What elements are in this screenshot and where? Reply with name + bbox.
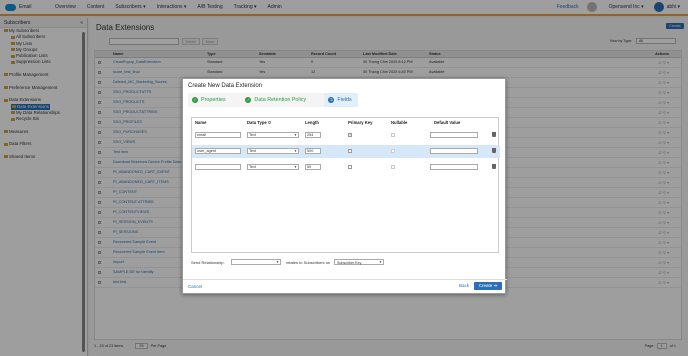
field-name-input[interactable]: user_agent (195, 148, 241, 154)
send-relationship-field-select[interactable]: ▼ (231, 259, 281, 265)
fields-editor: Name Data Type Length Primary Key Nullab… (191, 117, 500, 253)
nullable-checkbox[interactable] (391, 133, 395, 137)
field-row[interactable]: user_agent Text ▼ 500 (192, 145, 500, 158)
step-fields[interactable]: 3 Fields (324, 93, 358, 107)
field-row[interactable]: email Text ▼ 254 ✓ (192, 129, 500, 142)
length-input[interactable]: 500 (305, 148, 321, 154)
chevron-down-icon: ▼ (294, 165, 297, 169)
default-value-input[interactable] (430, 164, 478, 170)
col-field-name: Name (195, 120, 207, 125)
chevron-down-icon: ▼ (276, 260, 279, 264)
relates-to-label: relates to Subscribers on (286, 260, 331, 265)
subscriber-field-select[interactable]: Subscriber Key ▼ (334, 259, 384, 265)
default-value-input[interactable] (430, 148, 478, 154)
field-row[interactable]: Text ▼ 50 (192, 161, 500, 174)
data-type-value: Text (249, 149, 256, 153)
col-length: Length (305, 120, 319, 125)
chevron-down-icon: ▼ (294, 149, 297, 153)
field-name-input[interactable] (195, 164, 241, 170)
send-relationship-row: Send Relationship: ▼ relates to Subscrib… (191, 259, 491, 267)
nullable-checkbox[interactable] (391, 149, 395, 153)
trash-icon[interactable] (492, 132, 496, 137)
wizard-steps: ✓ Properties ✓ Data Retention Policy 3 F… (188, 93, 358, 107)
data-type-select[interactable]: Text ▼ (247, 164, 299, 170)
data-type-value: Text (249, 133, 256, 137)
create-data-extension-dialog: Create New Data Extension ✓ Properties ✓… (182, 78, 507, 294)
dialog-footer: Cancel Back Create ➔ (183, 279, 507, 293)
step-label: Fields (337, 97, 352, 103)
col-data-type: Data Type (247, 120, 271, 125)
primary-key-checkbox[interactable] (348, 149, 352, 153)
step-data-retention[interactable]: ✓ Data Retention Policy (241, 93, 325, 107)
fields-header: Name Data Type Length Primary Key Nullab… (192, 120, 500, 128)
create-button[interactable]: Create ➔ (474, 282, 502, 290)
data-type-select[interactable]: Text ▼ (247, 132, 299, 138)
step-number-icon: 3 (328, 97, 335, 103)
col-default-value: Default Value (434, 120, 461, 125)
col-nullable: Nullable (391, 120, 408, 125)
step-label: Data Retention Policy (254, 97, 307, 103)
step-label: Properties (201, 97, 226, 103)
field-name-input[interactable]: email (195, 132, 241, 138)
send-relationship-label: Send Relationship: (191, 260, 225, 265)
dialog-title: Create New Data Extension (188, 83, 263, 89)
primary-key-checkbox[interactable] (348, 165, 352, 169)
col-primary-key: Primary Key (348, 120, 373, 125)
subscriber-field-value: Subscriber Key (337, 261, 362, 265)
col-data-type-label: Data Type (247, 120, 267, 125)
step-properties[interactable]: ✓ Properties (188, 93, 242, 107)
check-icon: ✓ (245, 97, 252, 103)
data-type-select[interactable]: Text ▼ (247, 148, 299, 154)
back-button[interactable]: Back (459, 283, 469, 288)
chevron-down-icon: ▼ (379, 260, 382, 264)
trash-icon[interactable] (492, 148, 496, 153)
length-input[interactable]: 254 (305, 132, 321, 138)
data-type-value: Text (249, 165, 256, 169)
primary-key-checkbox[interactable]: ✓ (348, 133, 352, 137)
trash-icon[interactable] (492, 164, 496, 169)
nullable-checkbox[interactable] (391, 165, 395, 169)
length-input[interactable]: 50 (305, 164, 321, 170)
check-icon: ✓ (192, 97, 198, 103)
chevron-down-icon: ▼ (294, 133, 297, 137)
default-value-input[interactable] (430, 132, 478, 138)
info-icon[interactable] (267, 121, 271, 124)
cancel-button[interactable]: Cancel (188, 284, 202, 289)
